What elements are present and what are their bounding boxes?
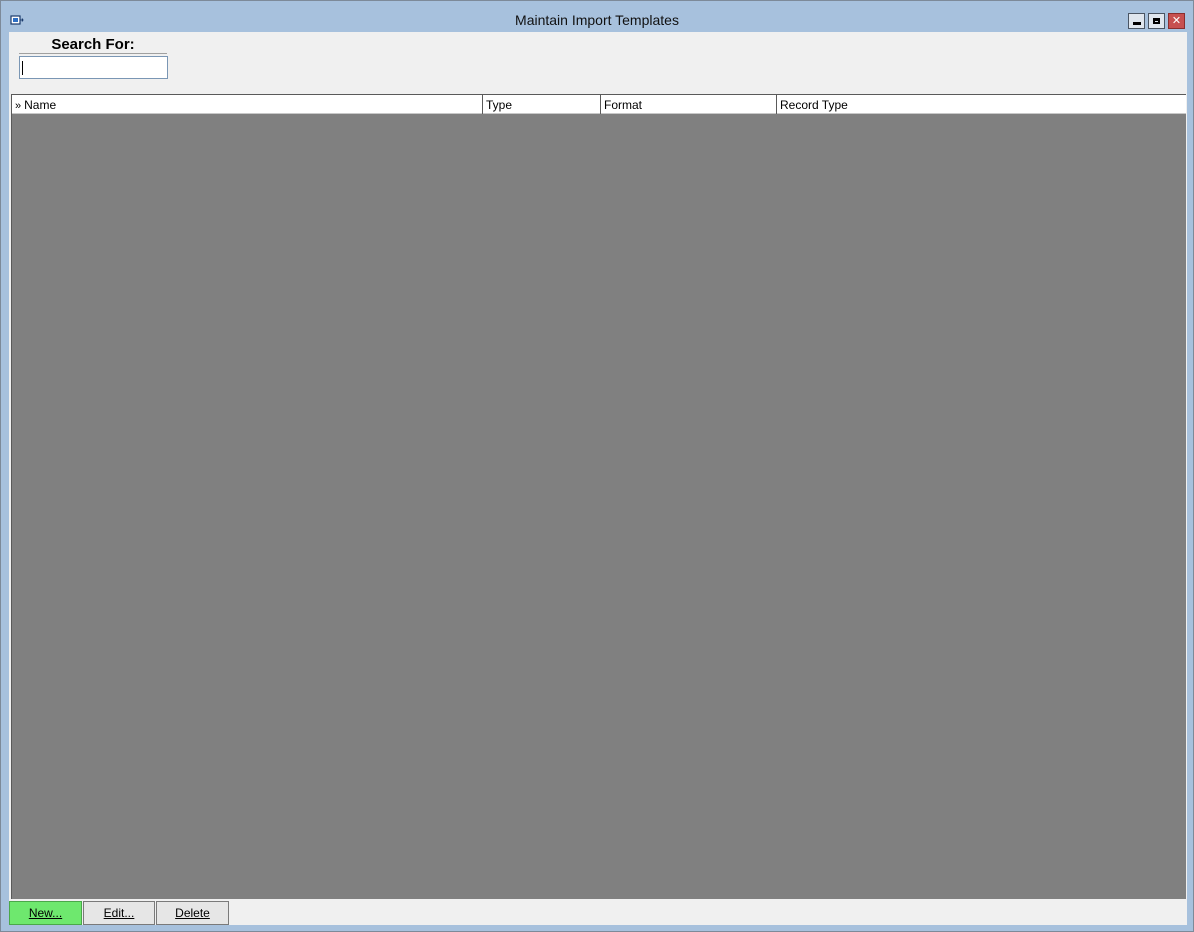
search-label-divider [19, 53, 167, 54]
minimize-button[interactable] [1128, 13, 1145, 29]
client-area: Search For: » Name Type Format Record Typ… [9, 32, 1187, 925]
column-header-record-type[interactable]: Record Type [777, 95, 1186, 114]
app-window: Maintain Import Templates ✕ Search For: … [0, 0, 1194, 932]
column-header-label: Name [24, 98, 57, 112]
column-header-label: Format [604, 98, 643, 112]
templates-grid[interactable]: » Name Type Format Record Type [11, 94, 1186, 899]
minimize-icon [1132, 22, 1141, 25]
window-title: Maintain Import Templates [515, 12, 679, 28]
sort-indicator-icon: » [15, 100, 22, 112]
maximize-button[interactable] [1148, 13, 1165, 29]
column-header-format[interactable]: Format [601, 95, 777, 114]
column-header-label: Type [486, 98, 513, 112]
edit-button[interactable]: Edit... [83, 901, 155, 925]
title-bar[interactable]: Maintain Import Templates ✕ [1, 1, 1193, 32]
column-header-label: Record Type [780, 98, 848, 112]
grid-header: » Name Type Format Record Type [12, 95, 1186, 114]
search-input[interactable] [19, 56, 168, 79]
close-button[interactable]: ✕ [1168, 13, 1185, 29]
close-icon: ✕ [1171, 14, 1182, 27]
maximize-icon [1153, 18, 1160, 24]
column-header-name[interactable]: » Name [12, 95, 483, 114]
delete-button[interactable]: Delete [156, 901, 229, 925]
search-label: Search For: [51, 36, 135, 53]
text-caret [22, 61, 23, 75]
column-header-type[interactable]: Type [483, 95, 601, 114]
new-button[interactable]: New... [9, 901, 82, 925]
